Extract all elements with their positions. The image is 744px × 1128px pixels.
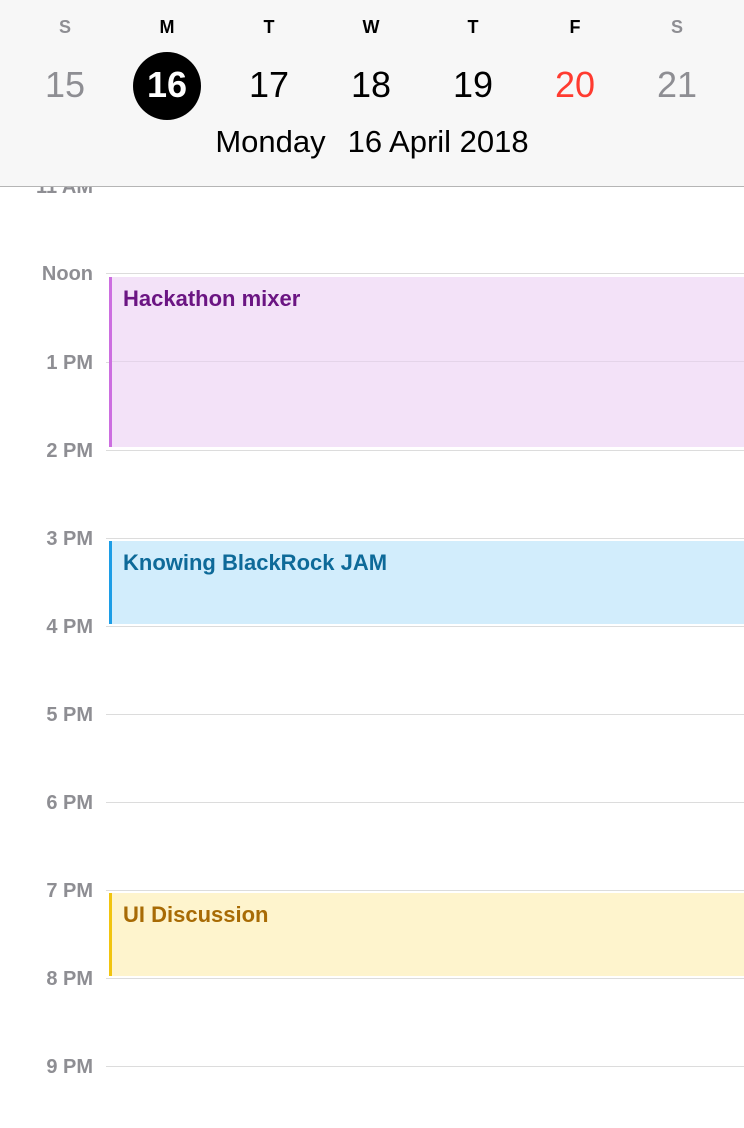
day-number: 20	[554, 64, 596, 105]
day-letter: T	[263, 17, 275, 37]
hour-divider	[106, 890, 744, 891]
day-letter: F	[569, 17, 581, 37]
day-number: 18	[350, 64, 392, 105]
week-header: S 15 M 16 T 17 W 18 T 19 F 20 S 21 Monda…	[0, 0, 744, 187]
hour-label: 6 PM	[46, 792, 93, 814]
day-wednesday-18[interactable]: W 18	[320, 0, 422, 120]
event-title: Hackathon mixer	[123, 286, 301, 311]
hour-label: 2 PM	[46, 440, 93, 462]
hour-divider	[106, 978, 744, 979]
event-knowing-blackrock-jam[interactable]: Knowing BlackRock JAM	[109, 541, 744, 624]
hour-row-6pm: 6 PM	[0, 788, 744, 818]
hour-label: 8 PM	[46, 968, 93, 990]
week-strip: S 15 M 16 T 17 W 18 T 19 F 20 S 21	[0, 0, 744, 120]
event-hackathon-mixer[interactable]: Hackathon mixer	[109, 277, 744, 447]
hour-label: 4 PM	[46, 616, 93, 638]
hour-divider	[106, 802, 744, 803]
event-color-bar	[109, 277, 112, 447]
day-letter: W	[362, 17, 380, 37]
hour-label: 11 AM	[35, 187, 93, 198]
day-saturday-21[interactable]: S 21	[626, 0, 728, 120]
day-letter: M	[159, 17, 175, 37]
hour-label: Noon	[41, 263, 93, 285]
day-number: 21	[656, 64, 698, 105]
day-number: 19	[452, 64, 494, 105]
event-color-bar	[109, 541, 112, 624]
hour-divider	[106, 538, 744, 539]
day-tuesday-17[interactable]: T 17	[218, 0, 320, 120]
hour-label: 7 PM	[46, 880, 93, 902]
event-ui-discussion[interactable]: UI Discussion	[109, 893, 744, 976]
day-letter: S	[670, 17, 683, 37]
selected-date-label: Monday 16 April 2018	[0, 124, 744, 160]
hour-divider	[106, 450, 744, 451]
event-title: Knowing BlackRock JAM	[123, 550, 388, 575]
day-number: 15	[44, 64, 86, 105]
day-letter: S	[58, 17, 71, 37]
hour-row-5pm: 5 PM	[0, 700, 744, 730]
day-number-selected: 16	[133, 52, 201, 120]
hour-label: 5 PM	[46, 704, 93, 726]
event-color-bar	[109, 893, 112, 976]
day-number: 17	[248, 64, 290, 105]
selected-weekday: Monday	[215, 124, 326, 159]
hour-label: 9 PM	[46, 1056, 93, 1078]
event-title: UI Discussion	[123, 902, 269, 927]
hour-row-11am: 11 AM	[0, 187, 744, 202]
hour-row-9pm: 9 PM	[0, 1052, 744, 1082]
day-sunday-15[interactable]: S 15	[14, 0, 116, 120]
hour-divider	[106, 1066, 744, 1067]
hour-divider	[106, 626, 744, 627]
day-thursday-19[interactable]: T 19	[422, 0, 524, 120]
hour-label: 3 PM	[46, 528, 93, 550]
day-monday-16[interactable]: M 16	[116, 0, 218, 120]
hour-divider	[112, 361, 744, 362]
selected-date: 16 April 2018	[347, 124, 529, 159]
hour-divider	[106, 714, 744, 715]
hour-label: 1 PM	[46, 352, 93, 374]
day-timeline[interactable]: 11 AM Noon 1 PM 2 PM 3 PM 4 PM 5 PM 6 PM…	[0, 187, 744, 1128]
day-letter: T	[467, 17, 479, 37]
day-friday-20[interactable]: F 20	[524, 0, 626, 120]
hour-divider	[106, 273, 744, 274]
